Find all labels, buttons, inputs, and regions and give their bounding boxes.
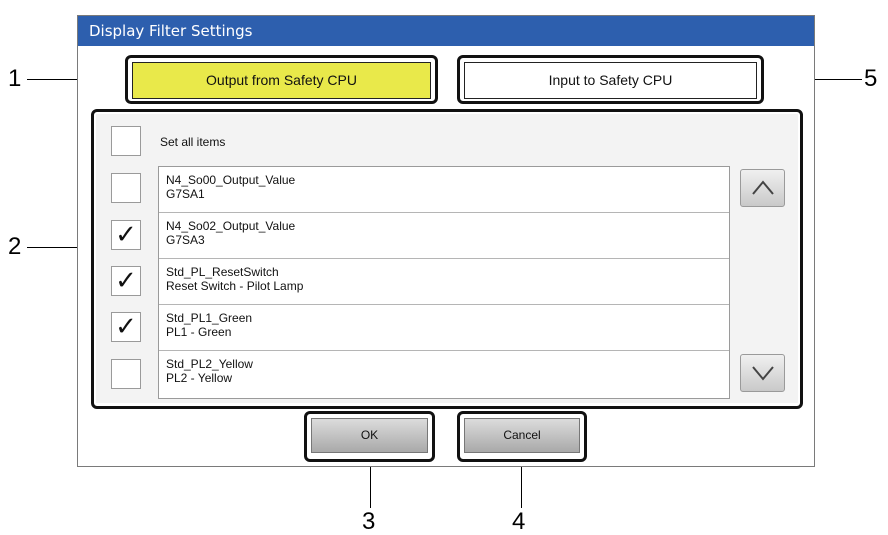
chevron-down-icon [752,366,774,381]
item-detail: PL2 - Yellow [166,371,233,385]
callout-1: 1 [8,65,22,92]
list-item[interactable]: N4_So02_Output_Value G7SA3 [159,213,729,259]
list-item[interactable]: Std_PL2_Yellow PL2 - Yellow [159,351,729,397]
filter-item-list: N4_So00_Output_Value G7SA1 N4_So02_Outpu… [158,166,730,399]
callout-4: 4 [512,508,526,535]
callout-3: 3 [362,508,376,535]
input-to-safety-cpu-tab[interactable]: Input to Safety CPU [464,62,757,99]
item-checkbox[interactable]: ✓ [111,312,141,342]
item-checkbox[interactable]: ✓ [111,220,141,250]
scroll-down-button[interactable] [740,354,785,392]
item-checkbox[interactable]: ✓ [111,266,141,296]
callout-5: 5 [864,65,878,92]
chevron-up-icon [752,180,774,195]
item-detail: PL1 - Green [166,325,232,339]
item-name: Std_PL_ResetSwitch [166,265,279,279]
item-checkbox[interactable] [111,359,141,389]
item-detail: Reset Switch - Pilot Lamp [166,279,304,293]
list-item[interactable]: N4_So00_Output_Value G7SA1 [159,167,729,213]
ok-button[interactable]: OK [311,418,428,453]
scroll-up-button[interactable] [740,169,785,207]
set-all-label: Set all items [160,135,226,149]
item-checkbox[interactable] [111,173,141,203]
item-name: N4_So00_Output_Value [166,173,296,187]
callout-2: 2 [8,233,22,260]
item-name: N4_So02_Output_Value [166,219,296,233]
set-all-checkbox[interactable] [111,126,141,156]
cancel-button[interactable]: Cancel [464,418,580,453]
list-item[interactable]: Std_PL_ResetSwitch Reset Switch - Pilot … [159,259,729,305]
leader-line-4 [521,460,522,508]
item-detail: G7SA3 [166,233,205,247]
output-from-safety-cpu-tab[interactable]: Output from Safety CPU [132,62,431,99]
item-name: Std_PL1_Green [166,311,253,325]
list-item[interactable]: Std_PL1_Green PL1 - Green [159,305,729,351]
dialog-title: Display Filter Settings [78,16,814,46]
item-detail: G7SA1 [166,187,205,201]
leader-line-3 [370,460,371,508]
item-name: Std_PL2_Yellow [166,357,253,371]
